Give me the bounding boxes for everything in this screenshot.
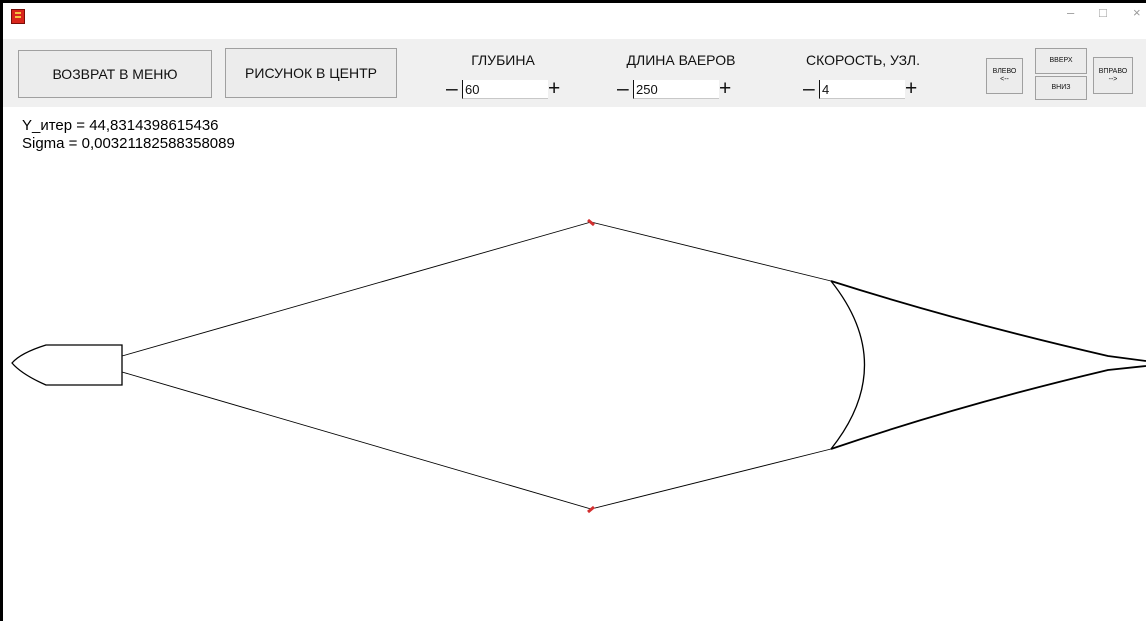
- warp-line-upper: [121, 221, 592, 357]
- trawl-door-lower: [587, 505, 595, 514]
- vessel-shape: [11, 344, 123, 386]
- trawl-door-upper: [587, 218, 595, 227]
- trawl-body-upper: [830, 280, 1146, 362]
- trawl-body-lower: [830, 365, 1146, 450]
- bridle-upper: [590, 221, 832, 282]
- trawl-drawing: [11, 218, 1146, 514]
- bridle-lower: [590, 448, 832, 510]
- trawl-mouth: [830, 280, 866, 450]
- warp-line-lower: [121, 371, 592, 510]
